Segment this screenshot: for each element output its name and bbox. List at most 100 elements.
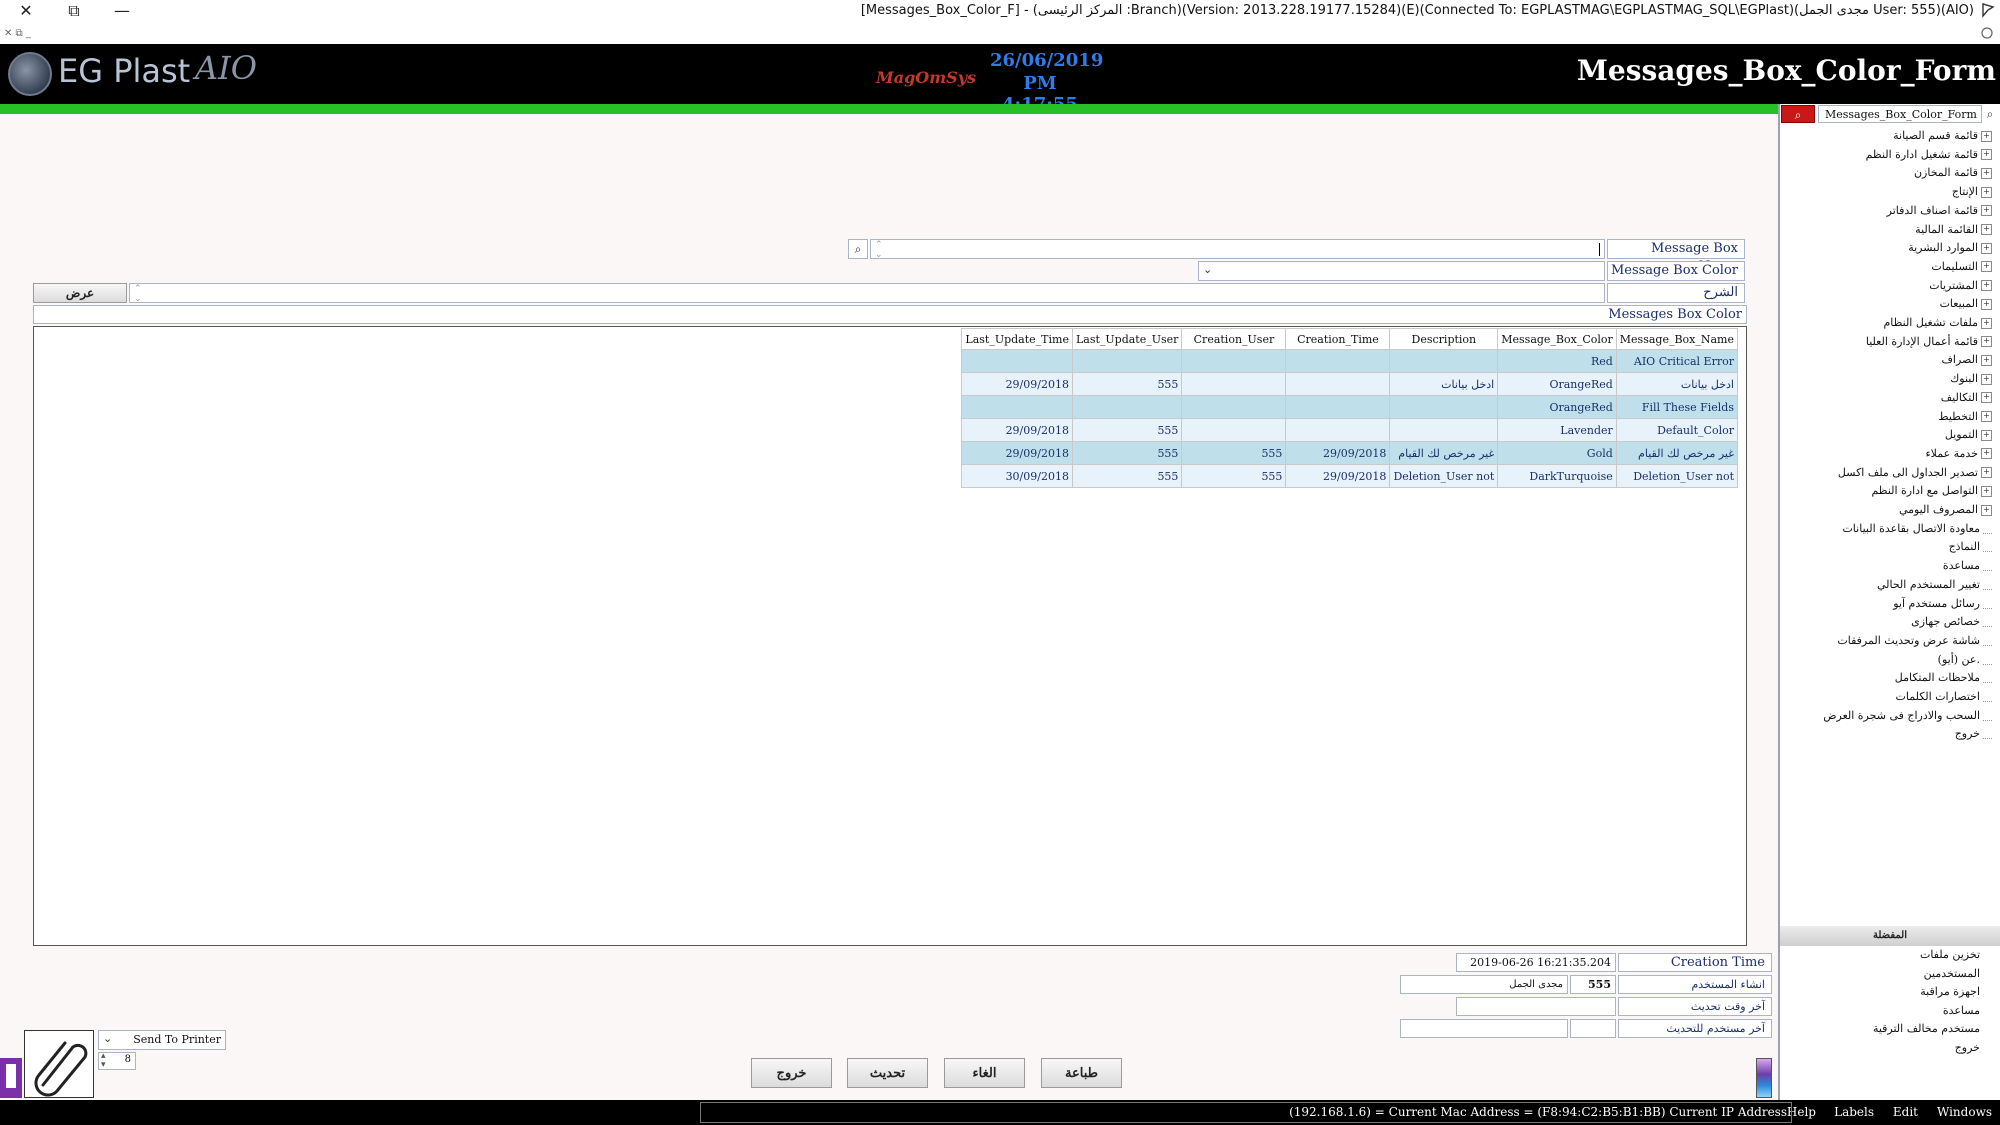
sidebar-item[interactable]: خروج [1955,724,1992,743]
table-cell[interactable] [1389,349,1499,373]
sidebar-item[interactable]: قائمة اصناف الدفاتر + [1887,201,1992,220]
sidebar-item[interactable]: ملفات تشغيل النظام + [1883,313,1992,332]
favorite-item[interactable]: خروج [1955,1038,1980,1057]
expand-icon[interactable]: + [1981,392,1992,404]
copies-stepper[interactable]: ▴ ▾ 8 [98,1052,136,1070]
sidebar-item[interactable]: تصدير الجداول الى ملف اكسل + [1838,463,1992,482]
expand-icon[interactable]: + [1981,504,1992,516]
table-cell[interactable] [1181,395,1287,419]
sidebar-item[interactable]: خدمة عملاء + [1925,444,1992,463]
table-cell[interactable]: Lavender [1497,418,1617,442]
menu-labels[interactable]: Labels [1834,1100,1874,1125]
expand-icon[interactable]: + [1981,149,1992,161]
expand-icon[interactable]: + [1981,467,1992,479]
sidebar-item[interactable]: تغيير المستخدم الحالي [1877,575,1992,594]
sidebar-item[interactable]: النماذج [1949,537,1992,556]
column-header[interactable]: Creation_User [1181,328,1287,350]
expand-icon[interactable]: + [1981,411,1992,422]
menu-edit[interactable]: Edit [1893,1100,1918,1125]
sidebar-item[interactable]: الموارد البشرية + [1908,238,1992,257]
table-row[interactable]: Red AIO Critical Error [961,349,1739,373]
table-cell[interactable]: Deletion_User not [1389,464,1499,488]
sidebar-item[interactable]: البنوك + [1950,369,1992,388]
table-cell[interactable] [1285,349,1391,373]
table-cell[interactable]: 555 [1071,418,1183,442]
sidebar-item[interactable]: عن (أيو). [1938,650,1992,669]
sidebar-item[interactable]: المبيعات + [1940,294,1992,313]
column-header[interactable]: Message_Box_Color [1497,328,1617,350]
table-cell[interactable] [1389,395,1499,419]
expand-icon[interactable]: + [1981,280,1992,292]
favorite-item[interactable]: مساعدة [1943,1001,1980,1020]
table-cell[interactable]: OrangeRed [1497,372,1617,396]
table-cell[interactable]: AIO Critical Error [1615,349,1739,373]
table-cell[interactable]: 29/09/2018 [1285,464,1391,488]
table-cell[interactable] [1181,349,1287,373]
side-tab[interactable] [0,1058,22,1098]
print-button[interactable]: طباعة [1041,1058,1122,1088]
expand-icon[interactable]: + [1981,485,1992,497]
favorite-item[interactable]: مستخدم مخالف الترقية [1873,1019,1980,1038]
table-cell[interactable] [1285,372,1391,396]
sidebar-item[interactable]: الصراف + [1942,350,1992,369]
table-cell[interactable]: 29/09/2018 [1285,441,1391,465]
attachment-button[interactable] [24,1030,94,1098]
table-cell[interactable]: Deletion_User not [1615,464,1739,488]
table-cell[interactable]: غير مرخص لك القيام [1389,441,1499,465]
sidebar-item[interactable]: القائمة المالية + [1915,220,1992,239]
sidebar-item[interactable]: معاودة الاتصال بقاعدة البيانات [1842,519,1992,538]
sidebar-item[interactable]: قائمة تشغيل ادارة النظم + [1866,145,1992,164]
table-row[interactable]: OrangeRed Fill These Fields [961,395,1739,419]
table-cell[interactable]: 29/09/2018 [961,418,1073,442]
sidebar-item[interactable]: مساعدة [1943,556,1992,575]
table-cell[interactable]: 29/09/2018 [961,372,1073,396]
favorite-item[interactable]: تخزين ملفات [1920,945,1980,964]
column-header[interactable]: Last_Update_User [1071,328,1183,350]
pin-icon[interactable] [1980,26,1994,40]
table-cell[interactable]: 555 [1071,441,1183,465]
expand-icon[interactable]: + [1981,167,1992,179]
refresh-button[interactable]: تحديث [847,1058,928,1088]
sidebar-item[interactable]: قائمة قسم الصيانة + [1893,126,1992,145]
sidebar-item[interactable]: التواصل مع ادارة النظم + [1871,481,1992,500]
table-cell[interactable]: Gold [1497,441,1617,465]
table-cell[interactable] [1389,418,1499,442]
table-cell[interactable] [1285,395,1391,419]
sidebar-item[interactable]: السحب والادراج فى شجرة العرض [1823,706,1992,725]
table-cell[interactable] [1285,418,1391,442]
table-cell[interactable]: 555 [1181,441,1287,465]
table-cell[interactable]: ادخل بيانات [1615,372,1739,396]
magnifier-icon[interactable]: ⌕ [1982,105,1998,123]
sidebar-item[interactable]: ملاحظات المتكامل [1895,668,1992,687]
close-window-button[interactable]: ✕ [2,0,50,22]
expand-icon[interactable]: + [1981,130,1992,142]
cancel-button[interactable]: الغاء [944,1058,1025,1088]
column-header[interactable]: Creation_Time [1285,328,1391,350]
expand-icon[interactable]: + [1981,373,1992,385]
table-cell[interactable]: 555 [1071,464,1183,488]
sidebar-item[interactable]: التكاليف + [1941,388,1992,407]
column-header[interactable]: Last_Update_Time [961,328,1073,350]
sidebar-item[interactable]: التمويل + [1945,425,1992,444]
expand-icon[interactable]: + [1981,298,1992,310]
sidebar-item[interactable]: المشتريات + [1929,276,1992,295]
table-cell[interactable] [961,395,1073,419]
favorite-item[interactable]: المستخدمين [1924,964,1980,983]
sidebar-item[interactable]: التسليمات + [1931,257,1992,276]
sidebar-item[interactable]: المصروف اليومي + [1899,500,1992,519]
sidebar-item[interactable]: التخطيط + [1938,407,1992,426]
expand-icon[interactable]: + [1981,354,1992,366]
expand-icon[interactable]: + [1981,205,1992,217]
table-row[interactable]: 30/09/2018 555 555 29/09/2018 Deletion_U… [961,464,1739,488]
sidebar-item[interactable]: شاشة عرض وتحديث المرفقات [1837,631,1992,650]
expand-icon[interactable]: + [1981,224,1992,235]
sidebar-search-input[interactable]: Messages_Box_Color_Form [1818,105,1982,123]
lookup-search-button[interactable]: ⌕ [848,239,868,259]
expand-icon[interactable]: + [1981,317,1992,329]
exit-button[interactable]: خروج [751,1058,832,1088]
table-cell[interactable] [1181,418,1287,442]
table-cell[interactable]: غير مرخص لك القيام [1615,441,1739,465]
sidebar-item[interactable]: رسائل مستخدم آيو [1893,594,1992,613]
table-cell[interactable]: Red [1497,349,1617,373]
table-cell[interactable] [1071,395,1183,419]
